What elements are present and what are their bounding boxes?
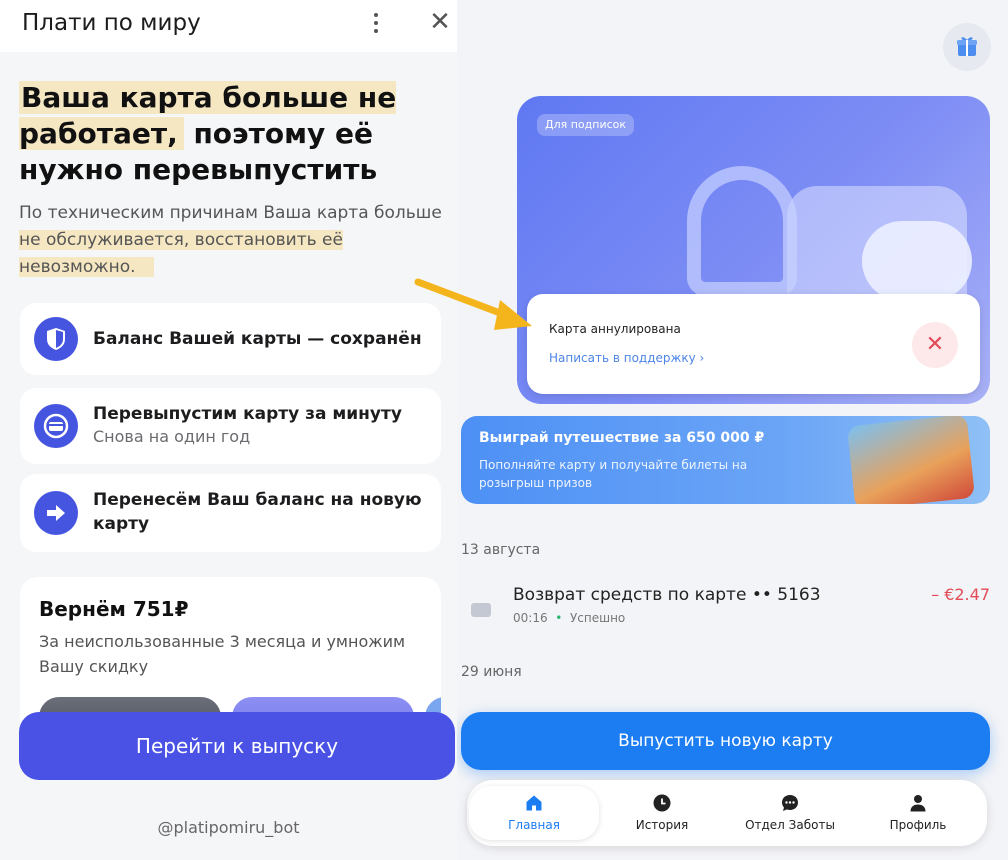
shield-icon bbox=[34, 317, 78, 361]
banner-title: Выиграй путешествие за 650 000 ₽ bbox=[479, 430, 765, 446]
right-panel: Для подписок Карта аннулирована Написать… bbox=[457, 0, 1008, 860]
chat-icon bbox=[782, 795, 798, 811]
feature-subtitle: Снова на один год bbox=[93, 427, 251, 446]
close-icon[interactable]: ✕ bbox=[427, 8, 453, 36]
home-icon bbox=[526, 795, 542, 811]
left-panel: Плати по миру ✕ Ваша карта больше не раб… bbox=[0, 0, 457, 860]
tab-label: Отдел Заботы bbox=[745, 818, 835, 832]
support-link[interactable]: Написать в поддержку › bbox=[549, 351, 704, 365]
tab-history[interactable]: История bbox=[597, 786, 727, 840]
page-headline: Ваша карта больше не работает, поэтому е… bbox=[19, 80, 439, 188]
bottom-tab-bar: Главная История Отдел Заботы Профиль bbox=[467, 780, 987, 846]
feature-reissue: Перевыпустим карту за минуту Снова на од… bbox=[20, 388, 441, 464]
transaction-status: Успешно bbox=[569, 611, 626, 625]
card-refresh-icon bbox=[34, 404, 78, 448]
transaction-row[interactable]: Возврат средств по карте •• 5163 00:16 •… bbox=[457, 585, 1008, 645]
error-x-icon: ✕ bbox=[912, 322, 958, 368]
issue-new-card-button[interactable]: Выпустить новую карту bbox=[461, 712, 990, 770]
tab-care-department[interactable]: Отдел Заботы bbox=[725, 786, 855, 840]
refund-title: Вернём 751₽ bbox=[39, 597, 189, 621]
app-title: Плати по миру bbox=[22, 10, 201, 36]
gamepad-illustration bbox=[862, 221, 972, 301]
travel-photos-illustration bbox=[846, 416, 976, 504]
tab-home[interactable]: Главная bbox=[469, 786, 599, 840]
refund-description: За неиспользованные 3 месяца и умножим В… bbox=[39, 632, 406, 676]
subtitle-part1: По техническим причинам Ваша карта больш… bbox=[19, 203, 442, 223]
feature-balance-kept: Баланс Вашей карты — сохранён bbox=[20, 303, 441, 375]
transaction-meta: 00:16 • Успешно bbox=[513, 611, 626, 625]
card-cancelled-alert: Карта аннулирована Написать в поддержку … bbox=[527, 294, 980, 394]
feature-title: Перенесём Ваш баланс на новую карту bbox=[93, 490, 422, 534]
alert-title: Карта аннулирована bbox=[549, 322, 681, 336]
clock-icon bbox=[653, 794, 671, 812]
annotation-arrow-icon bbox=[414, 278, 532, 330]
transaction-amount: – €2.47 bbox=[931, 585, 990, 604]
feature-title: Баланс Вашей карты — сохранён bbox=[93, 329, 422, 349]
transaction-name: Возврат средств по карте •• 5163 bbox=[513, 585, 821, 605]
page-subtitle: По техническим причинам Ваша карта больш… bbox=[19, 200, 459, 281]
card-icon bbox=[471, 603, 491, 617]
tab-label: Главная bbox=[508, 818, 560, 832]
promo-tag: Для подписок bbox=[537, 114, 635, 136]
feature-title: Перевыпустим карту за минуту bbox=[93, 404, 402, 424]
date-header: 13 августа bbox=[461, 542, 541, 558]
tab-label: Профиль bbox=[889, 818, 947, 832]
feature-transfer-balance: Перенесём Ваш баланс на новую карту bbox=[20, 474, 441, 552]
headphones-illustration bbox=[687, 166, 797, 296]
tab-profile[interactable]: Профиль bbox=[853, 786, 983, 840]
tab-label: История bbox=[635, 818, 689, 832]
gift-icon[interactable] bbox=[943, 23, 991, 71]
date-header: 29 июня bbox=[461, 664, 522, 680]
subtitle-highlight: не обслуживается, восстановить её невозм… bbox=[19, 230, 343, 277]
profile-icon bbox=[910, 795, 926, 812]
banner-description: Пополняйте карту и получайте билеты на р… bbox=[479, 458, 748, 490]
bot-watermark: @platipomiru_bot bbox=[157, 818, 300, 837]
transaction-time: 00:16 bbox=[513, 611, 548, 625]
more-options-icon[interactable] bbox=[366, 10, 386, 36]
top-bar: Плати по миру ✕ bbox=[0, 0, 457, 52]
arrow-right-icon bbox=[34, 491, 78, 535]
go-to-issue-button[interactable]: Перейти к выпуску bbox=[19, 712, 455, 780]
travel-giveaway-banner[interactable]: Выиграй путешествие за 650 000 ₽ Пополня… bbox=[461, 416, 990, 504]
